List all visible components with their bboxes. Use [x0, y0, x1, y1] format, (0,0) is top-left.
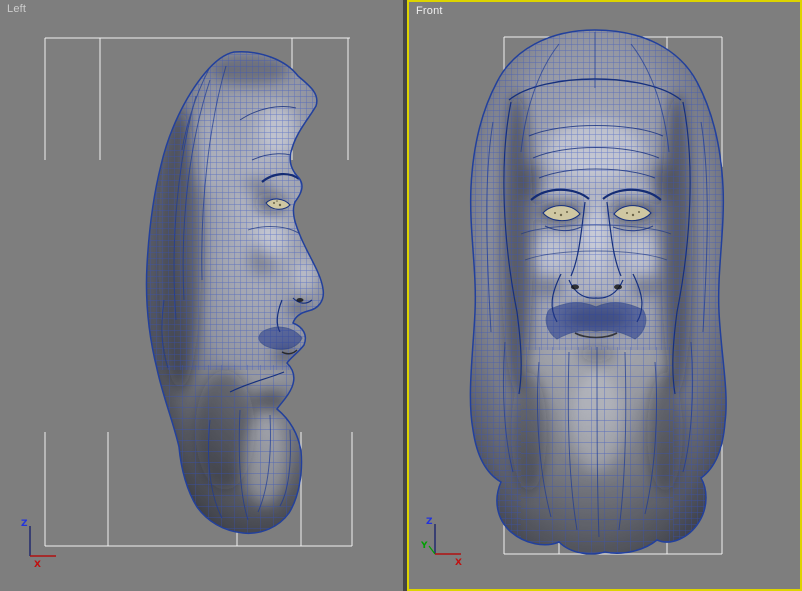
axis-x-label: X: [34, 560, 41, 570]
head-model-front[interactable]: [459, 20, 759, 565]
viewport-canvas-left[interactable]: Z X: [0, 0, 403, 591]
viewport-label-front[interactable]: Front: [416, 5, 443, 17]
head-model-side[interactable]: [130, 30, 340, 575]
viewport-canvas-front[interactable]: Z Y X: [409, 2, 800, 589]
axis-x-label: X: [455, 558, 462, 568]
axis-z-label: Z: [21, 519, 28, 529]
axis-z-label: Z: [426, 517, 433, 527]
axis-tripod-icon: Z X: [21, 519, 56, 570]
axis-y-label: Y: [420, 541, 428, 551]
viewport-label-left[interactable]: Left: [7, 3, 26, 15]
wireframe-grid: [470, 30, 727, 554]
viewport-front[interactable]: Front Z Y X: [407, 0, 802, 591]
viewport-left[interactable]: Left Z X: [0, 0, 403, 591]
axis-tripod-icon: Z Y X: [420, 517, 462, 568]
